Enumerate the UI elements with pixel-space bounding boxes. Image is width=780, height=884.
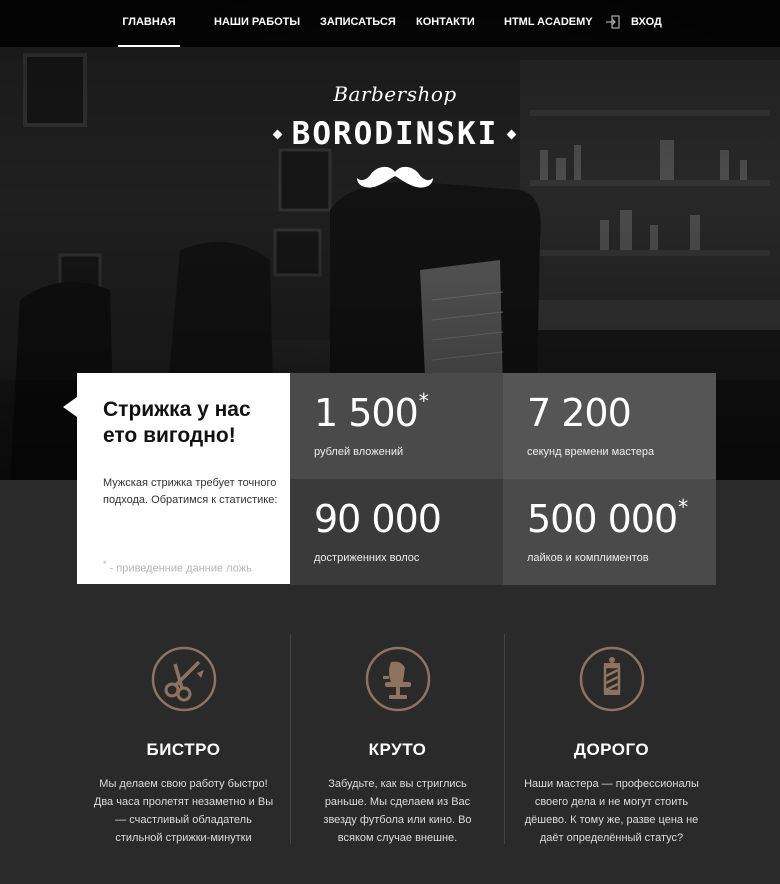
logo-subtitle: Barbershop [333,82,457,106]
stat-mark: * [418,389,429,413]
scissors-icon [151,646,217,712]
feature-fast: БИСТРО Мы делаем свою работу быстро! Два… [77,634,290,844]
stat-label: достриженних волос [314,552,420,564]
stat-number: 500 000 [527,497,678,541]
nav-link-contacts[interactable]: КОНТАКТИ [416,0,475,47]
nav-link-login[interactable]: ВХОД [631,0,662,47]
feature-expensive: ДОРОГО Наши мастера — профессионалы свое… [505,634,718,844]
footnote-text: - приведенние данние ложь [106,562,252,575]
feature-text: Забудьте, как вы стриглись раньше. Мы сд… [323,778,472,844]
brand-logo[interactable]: Barbershop BORODINSKI [270,82,520,192]
stats-description: Мужская стрижка требует точного подхода.… [103,477,278,506]
stat-number: 1 500 [314,391,419,435]
stat-card: 7 200 секунд времени мастера [503,373,716,479]
feature-title: БИСТРО [146,740,221,759]
logo-title: BORODINSKI [291,116,499,152]
stat-value: 7 200 [527,391,632,435]
stats-footnote: * - приведенние данние ложь [103,559,283,575]
nav-link-html-academy[interactable]: HTML ACADEMY [504,0,593,47]
stat-card: 90 000 достриженних волос [290,479,503,585]
main-nav: ГЛАВНАЯ НАШИ РАБОТЫ ЗАПИСАТЬСЯ КОНТАКТИ … [0,0,780,47]
feature-cool: КРУТО Забудьте, как вы стриглись раньше.… [291,634,504,844]
stat-card: 1 500* рублей вложений [290,373,503,479]
stat-label: рублей вложений [314,446,404,458]
nav-link-home[interactable]: ГЛАВНАЯ [118,0,180,47]
feature-title: ДОРОГО [573,740,650,759]
feature-text: Мы делаем свою работу быстро! Два часа п… [93,778,274,844]
barber-pole-icon [579,646,645,712]
stats-intro-card: Стрижка у нас ето вигодно! Мужская стриж… [63,373,290,584]
feature-text: Наши мастера — профессионалы своего дела… [524,778,699,844]
barber-chair-icon [365,646,431,712]
nav-link-signup[interactable]: ЗАПИСАТЬСЯ [320,0,396,47]
stat-number: 90 000 [314,497,442,541]
stat-card: 500 000* лайков и комплиментов [503,479,716,585]
mustache-icon [357,166,433,188]
stats-title: Стрижка у нас ето вигодно! [103,398,251,447]
stat-number: 7 200 [527,391,632,435]
stat-label: секунд времени мастера [527,446,655,458]
stat-label: лайков и комплиментов [527,552,649,564]
stat-value: 1 500* [314,389,429,435]
stat-value: 90 000 [314,497,442,541]
feature-title: КРУТО [368,740,427,759]
stat-value: 500 000* [527,495,688,541]
login-icon[interactable] [606,15,620,29]
stat-mark: * [678,495,688,519]
nav-link-works[interactable]: НАШИ РАБОТЫ [214,0,300,47]
